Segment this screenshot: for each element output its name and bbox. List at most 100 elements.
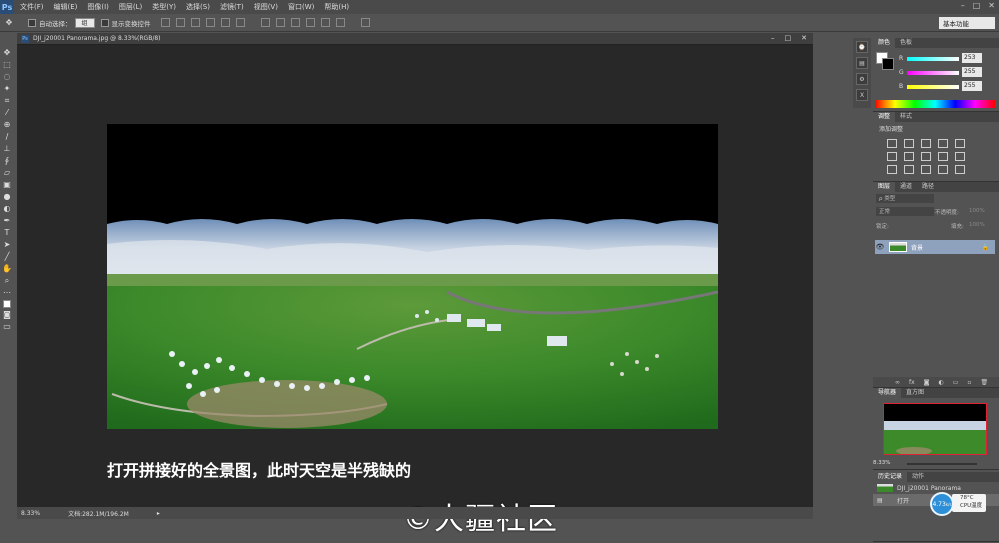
line-tool-icon[interactable]: ╱ [2,252,12,262]
distribute-hcenter-icon[interactable] [320,18,330,27]
menu-window[interactable]: 窗口(W) [288,2,314,12]
exposure-icon[interactable] [938,139,948,148]
magic-wand-icon[interactable]: ✦ [2,84,12,94]
gradient-map-icon[interactable] [938,165,948,174]
quick-mask-icon[interactable]: ◙ [2,310,12,320]
doc-maximize-icon[interactable]: □ [785,34,792,42]
layer-kind-filter[interactable]: ρ 类型 [876,194,934,203]
r-value-input[interactable]: 253 [962,53,982,63]
black-white-icon[interactable] [921,152,931,161]
menu-select[interactable]: 选择(S) [186,2,210,12]
auto-align-icon[interactable] [360,18,370,27]
color-spectrum[interactable] [875,100,995,108]
dodge-tool-icon[interactable]: ◐ [2,204,12,214]
align-right-icon[interactable] [235,18,245,27]
auto-select-checkbox[interactable] [28,18,36,27]
posterize-icon[interactable] [904,165,914,174]
panorama-image[interactable] [107,124,718,429]
zoom-tool-icon[interactable]: ⌕ [2,276,12,286]
invert-icon[interactable] [887,165,897,174]
cpu-monitor-widget[interactable]: 78°C CPU温度 4.73 k/s [930,492,988,516]
menu-filter[interactable]: 滤镜(T) [220,2,244,12]
levels-icon[interactable] [904,139,914,148]
align-top-icon[interactable] [160,18,170,27]
workspace-dropdown[interactable]: 基本功能 [939,17,995,29]
navigator-preview[interactable] [883,403,987,455]
brightness-icon[interactable] [887,139,897,148]
vibrance-icon[interactable] [955,139,965,148]
distribute-left-icon[interactable] [305,18,315,27]
opacity-value[interactable]: 100% [969,208,985,214]
menu-edit[interactable]: 编辑(E) [54,2,78,12]
menu-type[interactable]: 类型(Y) [152,2,176,12]
eraser-icon[interactable]: ▱ [2,168,12,178]
channel-mixer-icon[interactable] [955,152,965,161]
align-left-icon[interactable] [205,18,215,27]
tab-paths[interactable]: 路径 [917,182,939,192]
b-value-input[interactable]: 255 [962,81,982,91]
lasso-tool-icon[interactable]: ◌ [2,72,12,82]
properties-panel-icon[interactable]: ▤ [856,57,868,69]
b-slider[interactable] [907,85,959,89]
screen-mode-icon[interactable]: ▭ [2,322,12,332]
move-tool-icon[interactable]: ✥ [2,48,12,58]
close-icon[interactable]: ✕ [988,1,995,10]
history-brush-icon[interactable]: ∮ [2,156,12,166]
menu-view[interactable]: 视图(V) [254,2,278,12]
pen-tool-icon[interactable]: ✒ [2,216,12,226]
align-vcenter-icon[interactable] [175,18,185,27]
gradient-tool-icon[interactable]: ▣ [2,180,12,190]
distribute-bottom-icon[interactable] [290,18,300,27]
g-slider[interactable] [907,71,959,75]
tab-actions[interactable]: 动作 [907,472,929,482]
tool-preset-icon[interactable]: ⚙ [856,73,868,85]
history-panel-icon[interactable]: ⌚ [856,41,868,53]
menu-help[interactable]: 帮助(H) [324,2,349,12]
show-transform-checkbox[interactable] [100,18,109,27]
stamp-tool-icon[interactable]: ⊥ [2,144,12,154]
distribute-top-icon[interactable] [260,18,270,27]
align-hcenter-icon[interactable] [220,18,230,27]
color-balance-icon[interactable] [904,152,914,161]
layer-visibility-eye-icon[interactable]: 👁 [875,243,885,251]
new-group-icon[interactable]: ▭ [953,379,959,386]
layer-row-background[interactable]: 👁 背景 🔒 [875,240,995,254]
foreground-color-swatch[interactable] [3,300,11,308]
align-bottom-icon[interactable] [190,18,200,27]
fill-value[interactable]: 100% [969,222,985,228]
delete-layer-icon[interactable]: 🗑 [981,379,989,386]
healing-brush-icon[interactable]: ⊕ [2,120,12,130]
hue-saturation-icon[interactable] [887,152,897,161]
tab-layers[interactable]: 图层 [873,182,896,192]
more-tools-icon[interactable]: ⋯ [2,288,12,298]
status-arrow-icon[interactable]: ▸ [157,510,160,517]
menu-file[interactable]: 文件(F) [20,2,44,12]
crop-tool-icon[interactable]: ⌗ [2,96,12,106]
menu-layer[interactable]: 图层(L) [119,2,142,12]
blur-tool-icon[interactable]: ● [2,192,12,202]
add-mask-icon[interactable]: ◙ [924,379,930,386]
marquee-tool-icon[interactable]: ⬚ [2,60,12,70]
tab-styles[interactable]: 样式 [895,112,917,122]
curves-icon[interactable] [921,139,931,148]
doc-close-icon[interactable]: ✕ [801,34,807,42]
tab-adjustments[interactable]: 调整 [873,112,896,122]
navigator-zoom[interactable]: 8.33% [873,460,890,466]
distribute-right-icon[interactable] [335,18,345,27]
selective-color-icon[interactable] [955,165,965,174]
maximize-icon[interactable]: □ [973,1,981,10]
brush-tool-icon[interactable]: ∕ [2,132,12,142]
tab-histogram[interactable]: 直方图 [901,388,929,398]
distribute-vcenter-icon[interactable] [275,18,285,27]
tab-swatches[interactable]: 色板 [895,38,917,48]
navigator-zoom-slider[interactable] [907,463,977,465]
minimize-icon[interactable]: – [961,1,965,10]
doc-minimize-icon[interactable]: – [771,34,775,42]
threshold-icon[interactable] [921,165,931,174]
layer-style-icon[interactable]: fx [909,379,915,386]
move-tool-icon[interactable]: ✥ [4,18,14,28]
tab-history[interactable]: 历史记录 [873,472,908,482]
auto-select-dropdown[interactable]: 组 [74,17,95,28]
tab-color[interactable]: 颜色 [873,38,896,48]
status-zoom[interactable]: 8.33% [21,510,40,517]
